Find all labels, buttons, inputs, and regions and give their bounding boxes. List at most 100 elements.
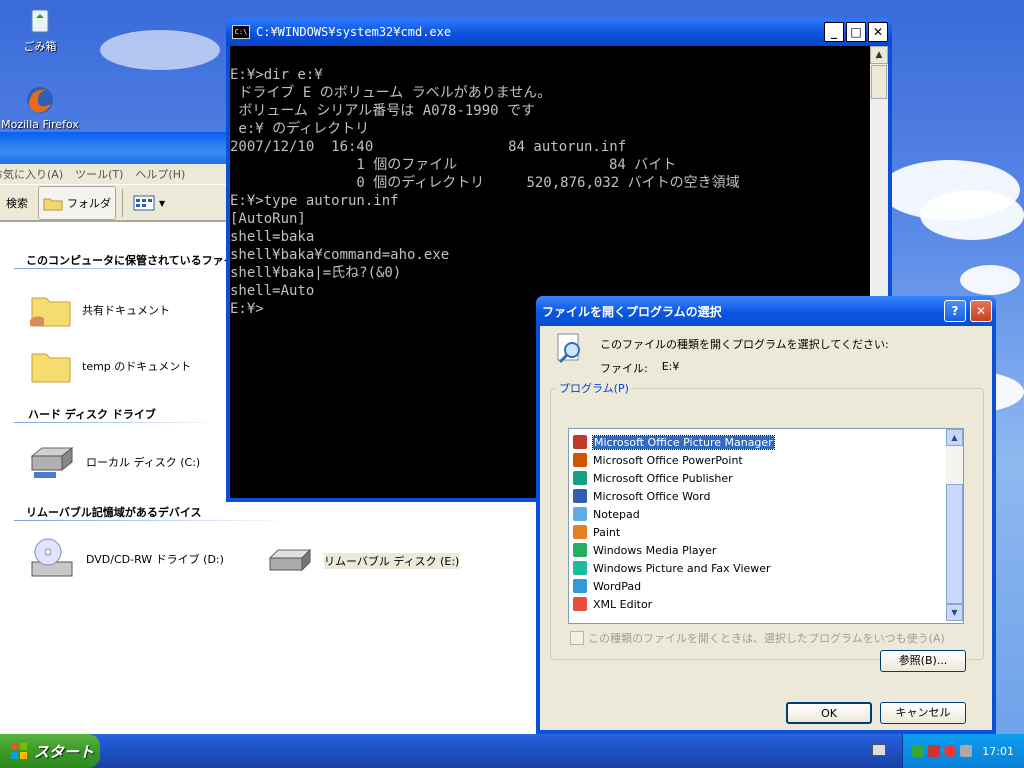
program-item[interactable]: XML Editor: [569, 595, 943, 613]
ok-button[interactable]: OK: [786, 702, 872, 724]
item-label: DVD/CD-RW ドライブ (D:): [86, 553, 224, 566]
program-name: Microsoft Office PowerPoint: [593, 453, 743, 467]
program-icon: [573, 489, 587, 503]
dialog-title: ファイルを開くプログラムの選択: [542, 304, 722, 319]
program-item[interactable]: Microsoft Office Picture Manager: [569, 433, 943, 451]
keyboard-icon[interactable]: [872, 744, 886, 756]
menu-favorites[interactable]: お気に入り(A): [0, 166, 63, 182]
file-label: ファイル:: [600, 362, 648, 375]
chevron-down-icon: ▼: [159, 198, 166, 208]
item-dvd-drive[interactable]: DVD/CD-RW ドライブ (D:): [30, 536, 224, 582]
program-item[interactable]: Windows Picture and Fax Viewer: [569, 559, 943, 577]
item-label: ローカル ディスク (C:): [86, 456, 201, 469]
cmd-window-controls: _ □ ✕: [824, 22, 888, 42]
hard-drive-icon: [30, 446, 74, 478]
programs-list[interactable]: Microsoft Office Picture Manager Microsof…: [568, 428, 964, 624]
folders-button[interactable]: フォルダ: [38, 186, 116, 220]
scroll-thumb[interactable]: [946, 484, 963, 604]
desktop-icon-firefox[interactable]: Mozilla Firefox: [0, 84, 80, 131]
console-line: 1 個のファイル 84 バイト: [230, 157, 677, 173]
start-label: スタート: [34, 742, 95, 761]
program-item[interactable]: WordPad: [569, 577, 943, 595]
menu-help[interactable]: ヘルプ(H): [135, 166, 185, 182]
program-name: Microsoft Office Publisher: [593, 471, 733, 485]
always-use-option[interactable]: この種類のファイルを開くときは、選択したプログラムをいつも使う(A): [570, 630, 945, 646]
search-button[interactable]: 検索: [2, 192, 32, 214]
removable-disk-icon: [268, 548, 312, 572]
firefox-icon: [24, 84, 56, 116]
cancel-button[interactable]: キャンセル: [880, 702, 966, 724]
program-name: Paint: [593, 525, 621, 539]
group-header-removable: リムーバブル記憶域があるデバイス: [26, 506, 202, 519]
system-tray: 17:01: [902, 734, 1024, 768]
item-shared-documents[interactable]: 共有ドキュメント: [30, 290, 170, 330]
dialog-title-bar[interactable]: ファイルを開くプログラムの選択: [536, 296, 996, 326]
item-temp-documents[interactable]: temp のドキュメント: [30, 346, 191, 386]
console-line: E:¥>type autorun.inf: [230, 193, 399, 209]
folder-icon: [43, 198, 63, 211]
help-button[interactable]: ?: [944, 300, 966, 322]
program-item[interactable]: Windows Media Player: [569, 541, 943, 559]
recycle-bin-icon: [24, 4, 56, 36]
folder-icon: [31, 353, 71, 383]
program-item[interactable]: Microsoft Office Word: [569, 487, 943, 505]
program-item[interactable]: Microsoft Office Publisher: [569, 469, 943, 487]
speaker-icon[interactable]: [960, 745, 973, 757]
program-icon: [573, 453, 587, 467]
programs-label: プログラム(P): [556, 380, 632, 396]
open-with-dialog: ファイルを開くプログラムの選択 ? ✕ このファイルの種類を開くプログラムを選択…: [536, 296, 996, 734]
always-use-label: この種類のファイルを開くときは、選択したプログラムをいつも使う(A): [588, 632, 945, 645]
console-line: ボリューム シリアル番号は A078-1990 です: [230, 103, 536, 119]
cmd-title-bar[interactable]: C:\ C:¥WINDOWS¥system32¥cmd.exe: [226, 18, 892, 46]
file-info: ファイル: E:¥: [600, 360, 679, 376]
security-alert-icon[interactable]: [928, 745, 941, 757]
group-divider: [14, 268, 234, 269]
group-divider: [14, 520, 294, 521]
search-button-label: 検索: [6, 197, 28, 210]
scroll-thumb[interactable]: [871, 65, 887, 99]
maximize-button[interactable]: □: [846, 22, 866, 42]
browse-button[interactable]: 参照(B)...: [880, 650, 966, 672]
clock[interactable]: 17:01: [982, 745, 1014, 758]
network-icon[interactable]: [912, 745, 925, 757]
program-icon: [573, 561, 587, 575]
program-name: Microsoft Office Word: [593, 489, 711, 503]
always-use-checkbox[interactable]: [570, 631, 584, 645]
cloud: [920, 190, 1024, 240]
dialog-body: このファイルの種類を開くプログラムを選択してください: ファイル: E:¥ プロ…: [540, 326, 992, 730]
close-button[interactable]: ✕: [970, 300, 992, 322]
group-header-hdd: ハード ディスク ドライブ: [28, 408, 156, 421]
console-line: shell¥baka|=氏ね?(&0): [230, 265, 402, 281]
desktop-icon-label: Mozilla Firefox: [1, 118, 79, 131]
program-item[interactable]: Paint: [569, 523, 943, 541]
close-button[interactable]: ✕: [868, 22, 888, 42]
dialog-prompt: このファイルの種類を開くプログラムを選択してください:: [600, 338, 889, 351]
scroll-up-icon[interactable]: ▲: [870, 46, 888, 64]
console-line: 2007/12/10 16:40 84 autorun.inf: [230, 139, 627, 155]
minimize-button[interactable]: _: [824, 22, 844, 42]
program-item[interactable]: Microsoft Office PowerPoint: [569, 451, 943, 469]
scroll-down-icon[interactable]: ▼: [946, 604, 963, 621]
program-name: Notepad: [593, 507, 640, 521]
cmd-title: C:¥WINDOWS¥system32¥cmd.exe: [256, 25, 452, 39]
views-icon: [133, 195, 155, 211]
desktop-icon-recycle-bin[interactable]: ごみ箱: [0, 4, 80, 54]
shield-icon[interactable]: [944, 745, 957, 757]
item-label: リムーバブル ディスク (E:): [324, 553, 460, 569]
item-label: temp のドキュメント: [82, 360, 192, 373]
console-line: shell¥baka¥command=aho.exe: [230, 247, 450, 263]
program-icon: [573, 543, 587, 557]
program-item[interactable]: Notepad: [569, 505, 943, 523]
file-search-icon: [554, 332, 586, 367]
programs-scrollbar[interactable]: ▲ ▼: [946, 429, 963, 621]
start-button[interactable]: スタート: [0, 734, 100, 768]
views-button[interactable]: ▼: [129, 192, 169, 214]
menu-tools[interactable]: ツール(T): [75, 166, 123, 182]
scroll-up-icon[interactable]: ▲: [946, 429, 963, 446]
console-line: 0 個のディレクトリ 520,876,032 バイトの空き領域: [230, 175, 740, 191]
item-local-disk[interactable]: ローカル ディスク (C:): [28, 442, 200, 482]
desktop-icon-label: ごみ箱: [23, 40, 57, 53]
file-value: E:¥: [661, 360, 680, 373]
item-removable-disk[interactable]: リムーバブル ディスク (E:): [268, 546, 460, 576]
dvd-drive-icon: [31, 538, 73, 577]
